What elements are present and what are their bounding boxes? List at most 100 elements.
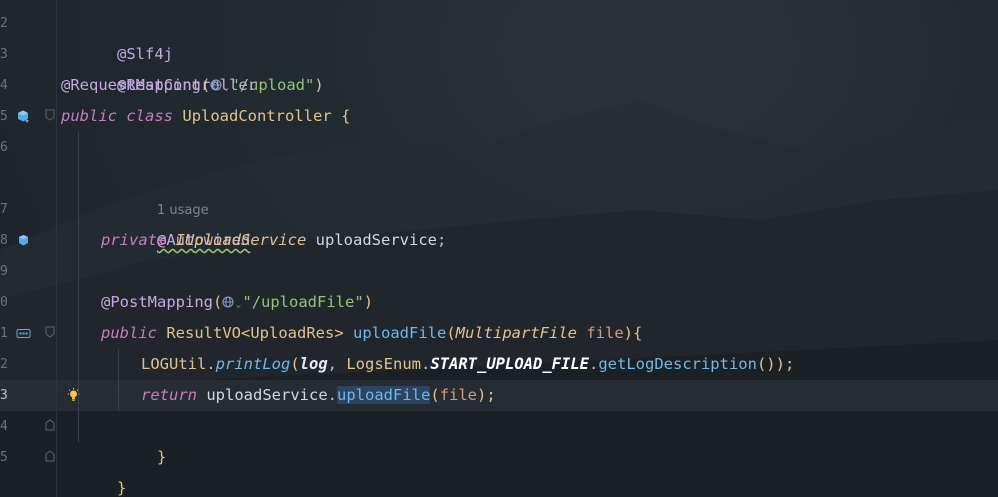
line-number: 3 (0, 47, 8, 62)
method-name: uploadFile (353, 324, 447, 342)
dot: . (327, 386, 338, 404)
keyword: return (141, 386, 197, 404)
paren: ) (363, 293, 374, 311)
dot: . (206, 355, 216, 373)
code-line: @Slf4j (61, 8, 173, 63)
code-line: public class UploadController { (61, 101, 350, 132)
gutter-line: 0 (0, 287, 56, 318)
paren: ); (477, 386, 496, 404)
code-line: public ResultVO<UploadRes> uploadFile(Mu… (101, 318, 642, 349)
gutter-line: 2 (0, 349, 56, 380)
class-ref: LOGUtil (141, 355, 207, 373)
chevron-down-icon[interactable]: ⌄ (223, 82, 229, 93)
keyword: class (126, 107, 174, 125)
bean-field-icon[interactable] (16, 233, 31, 248)
dot: . (588, 355, 599, 373)
fold-icon[interactable] (45, 419, 55, 431)
code-line: @RequestMapping( ⌄"/upload") (61, 70, 324, 101)
comma: , (327, 355, 347, 373)
keyword: public (61, 107, 117, 125)
line-number: 5 (0, 109, 8, 124)
gutter-line: 8 (0, 225, 56, 256)
string-literal: "/uploadFile" (242, 293, 364, 311)
line-number: 4 (0, 78, 8, 93)
code-area[interactable]: @Slf4j @RestController @RequestMapping(⌄… (61, 0, 998, 497)
line-number: 2 (0, 357, 8, 372)
code-line: private IUploadService uploadService; (101, 225, 446, 256)
gutter-line: 7 (0, 194, 56, 225)
gutter-separator (56, 0, 57, 497)
brace: } (157, 448, 167, 466)
fold-icon[interactable] (45, 450, 55, 462)
line-number: 6 (0, 140, 8, 155)
gutter-line: 4 (0, 70, 56, 101)
bean-class-icon[interactable] (16, 109, 31, 124)
code-editor[interactable]: 2 3 4 5 6 7 8 9 0 1 2 3 4 5 @Slf4j @Rest… (0, 0, 998, 497)
code-line: } (101, 411, 166, 466)
class-name: UploadController (182, 107, 332, 125)
code-line: @Autowired (101, 194, 250, 249)
usage-hint-line: 1 usage (101, 163, 209, 218)
method-call-highlighted: uploadFile (337, 386, 431, 404)
gutter-line: 1 (0, 318, 56, 349)
line-number: 2 (0, 16, 8, 31)
fold-icon[interactable] (45, 326, 55, 338)
return-type: ResultVO<UploadRes> (166, 324, 344, 342)
line-number: 9 (0, 264, 8, 279)
static-field: log (299, 355, 328, 373)
brace: } (117, 479, 127, 497)
fold-icon[interactable] (45, 109, 55, 121)
paren: ( (290, 355, 300, 373)
enum-ref: LogsEnum (346, 355, 421, 373)
code-line: LOGUtil.printLog(log, LogsEnum.START_UPL… (141, 349, 794, 380)
paren: ( (212, 293, 223, 311)
keyword: public (101, 324, 157, 342)
keyword: private (101, 231, 167, 249)
gutter[interactable]: 2 3 4 5 6 7 8 9 0 1 2 3 4 5 (0, 0, 80, 497)
gutter-line: 5 (0, 101, 56, 132)
method-call: printLog (215, 355, 291, 373)
line-number-current: 3 (0, 388, 8, 403)
field-name: uploadService (315, 231, 437, 249)
semicolon: ; (437, 231, 447, 249)
annotation: @PostMapping (101, 293, 213, 311)
paren: ()); (756, 355, 795, 373)
gutter-line: 5 (0, 442, 56, 473)
gutter-line: 4 (0, 411, 56, 442)
param-type: MultipartFile (455, 324, 577, 342)
chevron-down-icon[interactable]: ⌄ (235, 299, 241, 310)
gutter-line: 3 (0, 380, 80, 411)
globe-icon[interactable] (222, 296, 234, 308)
api-endpoint-icon[interactable] (16, 326, 31, 341)
globe-icon[interactable] (210, 79, 222, 91)
enum-constant: START_UPLOAD_FILE (430, 355, 589, 373)
paren: ) (314, 76, 324, 94)
line-number: 4 (0, 419, 8, 434)
param-name: file (586, 324, 624, 342)
argument: file (439, 386, 478, 404)
code-line: @PostMapping( ⌄"/uploadFile") (101, 287, 373, 318)
annotation: @RequestMapping (61, 76, 201, 94)
brace: { (341, 107, 351, 125)
line-number: 8 (0, 233, 8, 248)
code-line-current: return uploadService.uploadFile(file); (141, 380, 496, 411)
paren: ( (430, 386, 440, 404)
code-line: @RestController (61, 39, 257, 94)
line-number: 0 (0, 295, 8, 310)
paren: ){ (623, 324, 643, 342)
line-number: 1 (0, 326, 8, 341)
gutter-line: 3 (0, 39, 56, 70)
dot: . (421, 355, 431, 373)
line-number: 7 (0, 202, 8, 217)
gutter-line: 9 (0, 256, 56, 287)
paren: ( (446, 324, 456, 342)
string-literal: "/upload" (230, 76, 315, 94)
object-ref: uploadService (206, 386, 328, 404)
type-name: IUploadService (175, 231, 307, 249)
code-line: } (61, 442, 126, 497)
gutter-line: 2 (0, 8, 56, 39)
paren: ( (200, 76, 211, 94)
line-number: 5 (0, 450, 8, 465)
gutter-line: 6 (0, 132, 56, 163)
method-call: getLogDescription (598, 355, 757, 373)
